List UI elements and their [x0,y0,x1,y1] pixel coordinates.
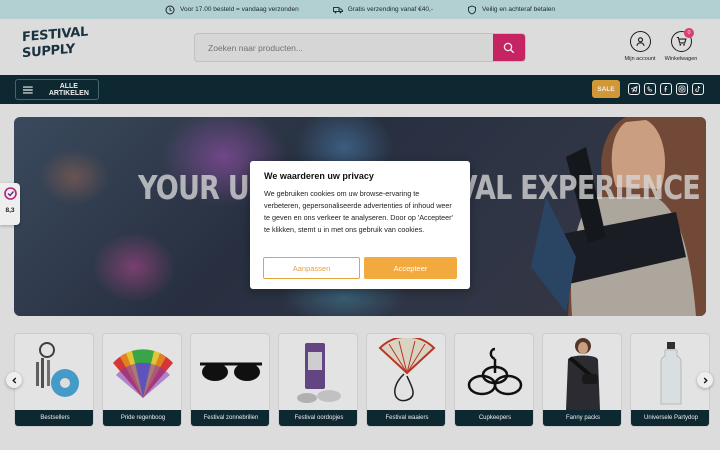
account-label: Mijn account [624,56,656,62]
cart-link[interactable]: 0 Winkelwagen [660,28,702,62]
festival-supply-logo[interactable]: FESTIVAL SUPPLY [22,25,88,69]
usp-item-shipping-time: Voor 17.00 besteld = vandaag verzonden [165,5,299,15]
truck-icon [332,6,343,13]
category-carousel: Bestsellers Pride regenboog Festival zon… [14,333,710,427]
rainbow-fan-icon [113,349,173,398]
sunglasses-icon [200,362,262,381]
category-card[interactable]: Fanny packs [542,333,622,427]
category-card[interactable]: Pride regenboog [102,333,182,427]
social-links [628,83,704,95]
logo-line-1: FESTIVAL [22,24,88,46]
search-input[interactable] [195,34,495,61]
category-card[interactable]: Festival oordopjes [278,333,358,427]
search-icon [503,42,515,53]
all-products-button[interactable]: ALLE ARTIKELEN [15,79,99,100]
review-check-icon [3,187,17,200]
privacy-consent-modal: We waarderen uw privacy We gebruiken coo… [250,161,470,289]
usp-bar: Voor 17.00 besteld = vandaag verzonden G… [0,0,720,19]
user-icon [629,31,651,52]
main-nav: ALLE ARTIKELEN SALE [0,75,720,104]
accept-button[interactable]: Accepteer [364,257,457,279]
category-card[interactable]: Festival zonnebrillen [190,333,270,427]
category-label: Bestsellers [15,410,93,426]
carousel-prev-button[interactable] [6,372,22,388]
instagram-icon[interactable] [676,83,688,95]
shield-icon [468,5,476,14]
category-label: Festival waaiers [367,410,445,426]
whatsapp-icon[interactable] [644,83,656,95]
category-card[interactable]: Cupkeepers [454,333,534,427]
kiyoh-rating-widget[interactable]: 8,3 [0,183,20,225]
cart-count-badge: 0 [684,28,694,38]
modal-title: We waarderen uw privacy [264,171,374,181]
usp-text: Voor 17.00 besteld = vandaag verzonden [180,6,299,13]
tiktok-icon[interactable] [692,83,704,95]
fanny-pack-icon [566,338,600,410]
hamburger-icon [23,86,33,93]
usp-item-free-shipping: Gratis verzending vanaf €40,- [332,5,433,15]
search-button[interactable] [493,34,525,61]
earplugs-icon [297,343,341,403]
modal-body: We gebruiken cookies om uw browse-ervari… [264,189,453,234]
hero-person-image [531,117,706,316]
all-products-label: ALLE ARTIKELEN [48,82,89,97]
account-link[interactable]: Mijn account [619,31,661,62]
facebook-icon[interactable] [660,83,672,95]
category-label: Universele Partydop [631,410,709,426]
category-label: Cupkeepers [455,410,533,426]
chevron-right-icon [703,377,708,383]
rating-value: 8,3 [5,207,15,214]
category-label: Festival zonnebrillen [191,410,269,426]
hand-fan-icon [378,338,436,402]
customize-button[interactable]: Aanpassen [263,257,360,279]
category-card[interactable]: Bestsellers [14,333,94,427]
keychain-icon [36,342,79,397]
search-bar [194,33,526,62]
category-label: Fanny packs [543,410,621,426]
usp-text: Gratis verzending vanaf €40,- [347,6,433,13]
usp-text: Veilig en achteraf betalen [482,6,555,13]
category-label: Pride regenboog [103,410,181,426]
site-header: FESTIVAL SUPPLY Mijn account 0 Winkelwag… [0,19,720,75]
usp-item-secure-payment: Veilig en achteraf betalen [467,5,555,15]
chevron-left-icon [11,377,16,383]
cart-label: Winkelwagen [664,56,698,62]
bottle-icon [660,342,682,405]
category-card[interactable]: Festival waaiers [366,333,446,427]
telegram-icon[interactable] [628,83,640,95]
sale-button[interactable]: SALE [592,80,620,98]
clock-icon [165,5,175,14]
logo-line-2: SUPPLY [22,41,75,62]
category-label: Festival oordopjes [279,410,357,426]
cup-holder-icon [467,347,523,396]
carousel-next-button[interactable] [697,372,713,388]
